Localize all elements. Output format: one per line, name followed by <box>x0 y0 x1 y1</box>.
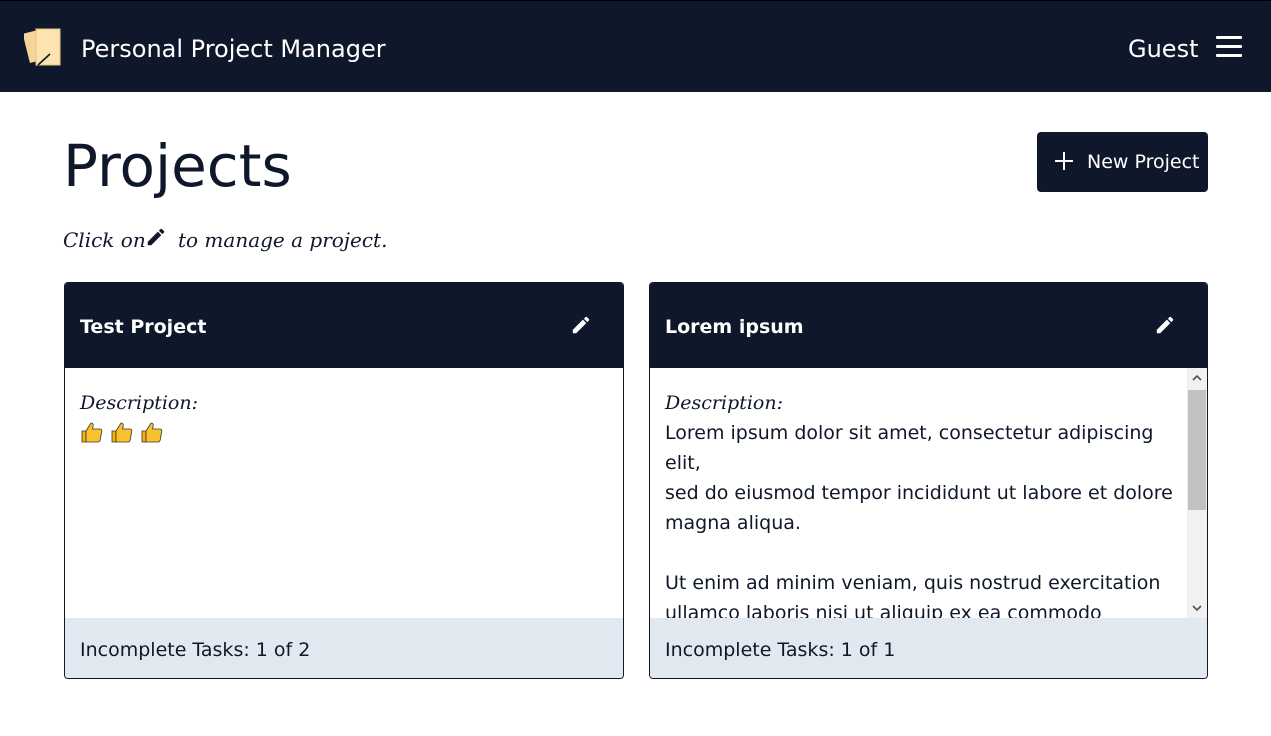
hamburger-menu-icon[interactable] <box>1212 33 1246 63</box>
description-label: Description: <box>665 392 783 414</box>
scroll-down-arrow-icon[interactable] <box>1187 598 1207 618</box>
scrollbar-thumb[interactable] <box>1188 390 1206 510</box>
description-label: Description: <box>80 392 198 414</box>
project-card: Lorem ipsum Description: Lorem ipsum dol… <box>649 282 1208 679</box>
project-card: Test Project Description: Incomplete Tas… <box>64 282 624 679</box>
project-description-area[interactable]: Description: Lorem ipsum dolor sit amet,… <box>650 368 1207 618</box>
description-scrollbar[interactable] <box>1187 368 1207 618</box>
thumbs-up-icon <box>141 422 163 443</box>
hint-prefix: Click on <box>63 228 146 252</box>
project-title: Test Project <box>80 316 207 338</box>
app-title[interactable]: Personal Project Manager <box>81 33 386 65</box>
project-title: Lorem ipsum <box>665 316 804 338</box>
edit-project-pencil-icon[interactable] <box>570 314 592 336</box>
description-emoji <box>80 420 165 444</box>
project-description-area: Description: <box>65 368 623 618</box>
scroll-up-arrow-icon[interactable] <box>1187 368 1207 388</box>
edit-project-pencil-icon[interactable] <box>1154 314 1176 336</box>
thumbs-up-icon <box>81 422 103 443</box>
project-card-footer: Incomplete Tasks: 1 of 1 <box>650 618 1207 678</box>
user-name: Guest <box>1128 35 1199 63</box>
project-card-footer: Incomplete Tasks: 1 of 2 <box>65 618 623 678</box>
project-card-header: Test Project <box>65 283 623 368</box>
notepad-logo-icon[interactable] <box>24 27 64 69</box>
new-project-button[interactable]: New Project <box>1037 132 1208 192</box>
pencil-icon <box>147 228 165 246</box>
page-title: Projects <box>63 132 292 200</box>
hint-suffix: to manage a project. <box>178 228 388 252</box>
plus-icon <box>1055 152 1073 170</box>
new-project-label: New Project <box>1087 151 1200 173</box>
description-text: Lorem ipsum dolor sit amet, consectetur … <box>665 422 1173 618</box>
thumbs-up-icon <box>111 422 133 443</box>
incomplete-tasks-count: Incomplete Tasks: 1 of 2 <box>80 639 311 661</box>
project-card-header: Lorem ipsum <box>650 283 1207 368</box>
top-navbar: Personal Project Manager Guest <box>0 0 1271 92</box>
incomplete-tasks-count: Incomplete Tasks: 1 of 1 <box>665 639 896 661</box>
